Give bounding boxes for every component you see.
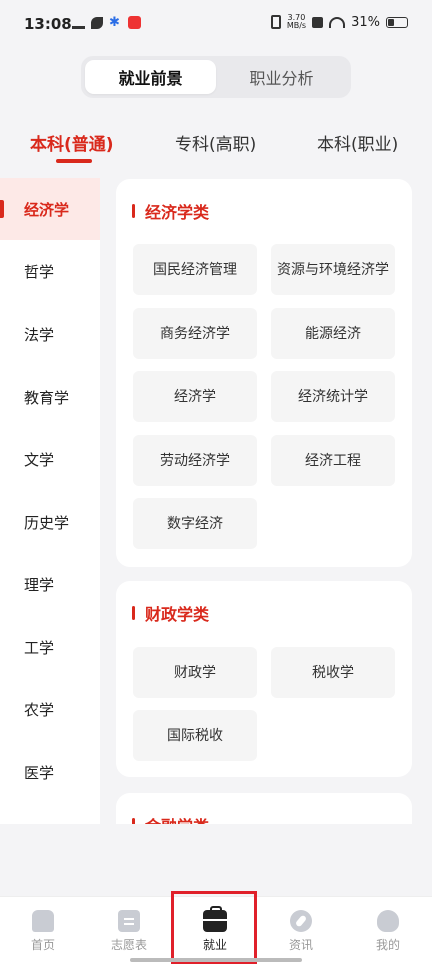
major-chip[interactable]: 经济学	[133, 371, 257, 422]
status-time: 13:08	[24, 15, 72, 33]
profile-icon	[377, 909, 399, 932]
nav-label: 首页	[30, 937, 55, 952]
document-icon	[118, 909, 140, 932]
net-speed-unit: MB/s	[286, 21, 307, 30]
battery-percent: 31%	[351, 14, 380, 30]
nav-news[interactable]: 资讯	[258, 897, 344, 964]
crown-icon	[72, 16, 85, 29]
major-chip[interactable]: 商务经济学	[133, 308, 257, 359]
nav-home[interactable]: 首页	[0, 897, 86, 964]
nav-label: 我的	[375, 937, 400, 952]
content-area: 经济学 哲学 法学 教育学 文学 历史学 理学 工学 农学 医学 经济学类 国民…	[0, 166, 432, 824]
sidebar-item-education[interactable]: 教育学	[0, 366, 100, 428]
category-title-text: 金融学类	[145, 813, 209, 824]
sidebar-item-economics[interactable]: 经济学	[0, 178, 100, 240]
status-left-icons: ✱	[72, 16, 141, 29]
net-speed: 3.70 MB/s	[287, 14, 306, 30]
sidebar-item-engineering[interactable]: 工学	[0, 616, 100, 678]
home-indicator	[130, 958, 302, 962]
active-tab-underline	[56, 159, 92, 163]
title-accent-bar	[132, 204, 135, 218]
segment-career-analysis[interactable]: 职业分析	[216, 60, 347, 94]
sidebar-item-science[interactable]: 理学	[0, 553, 100, 615]
sidebar-item-literature[interactable]: 文学	[0, 428, 100, 490]
sidebar-item-agriculture[interactable]: 农学	[0, 678, 100, 740]
compass-icon	[290, 909, 312, 932]
sidebar-item-history[interactable]: 历史学	[0, 491, 100, 553]
tab-undergraduate-vocational[interactable]: 本科(职业)	[317, 130, 398, 155]
vibrate-icon	[270, 15, 281, 29]
sidebar-item-law[interactable]: 法学	[0, 303, 100, 365]
highlight-box	[171, 891, 257, 964]
sidebar-item-philosophy[interactable]: 哲学	[0, 240, 100, 302]
status-right: 3.70 MB/s 31%	[270, 14, 408, 30]
major-chip[interactable]: 财政学	[133, 647, 257, 698]
major-chip[interactable]: 能源经济	[271, 308, 395, 359]
wifi-icon	[329, 16, 346, 28]
sidebar-item-medicine[interactable]: 医学	[0, 741, 100, 803]
battery-icon	[386, 16, 408, 28]
nav-mine[interactable]: 我的	[345, 897, 431, 964]
category-card-finance: 金融学类	[116, 793, 412, 824]
app-icon	[128, 16, 141, 29]
view-segment-control: 就业前景 职业分析	[81, 56, 351, 98]
title-accent-bar	[132, 606, 135, 620]
segment-employment-prospects[interactable]: 就业前景	[85, 60, 216, 94]
category-card-economics: 经济学类 国民经济管理 资源与环境经济学 商务经济学 能源经济 经济学 经济统计…	[116, 179, 412, 567]
category-title-text: 财政学类	[145, 605, 210, 624]
category-title-text: 经济学类	[145, 203, 210, 222]
major-chip[interactable]: 税收学	[271, 647, 395, 698]
category-card-public-finance: 财政学类 财政学 税收学 国际税收	[116, 581, 412, 777]
status-bar: 13:08 ✱ 3.70 MB/s 31%	[0, 0, 432, 50]
category-title: 经济学类	[132, 199, 209, 223]
tab-vocational-college[interactable]: 专科(高职)	[175, 130, 256, 155]
major-chip[interactable]: 资源与环境经济学	[271, 244, 395, 295]
nav-label: 志愿表	[110, 937, 147, 952]
leaf-icon	[91, 16, 103, 29]
nav-label: 资讯	[288, 937, 313, 952]
nav-application-form[interactable]: 志愿表	[86, 897, 172, 964]
major-chip[interactable]: 国民经济管理	[133, 244, 257, 295]
x-icon	[312, 16, 324, 28]
major-chip[interactable]: 经济统计学	[271, 371, 395, 422]
major-chip[interactable]: 数字经济	[133, 498, 257, 549]
home-icon	[32, 909, 54, 932]
major-chip[interactable]: 劳动经济学	[133, 435, 257, 486]
major-chip[interactable]: 国际税收	[133, 710, 257, 761]
major-chip[interactable]: 经济工程	[271, 435, 395, 486]
degree-tabs: 本科(普通) 专科(高职) 本科(职业)	[0, 118, 432, 164]
category-title: 财政学类	[132, 601, 209, 625]
title-accent-bar	[132, 818, 135, 824]
tab-undergraduate-general[interactable]: 本科(普通)	[30, 130, 114, 155]
discipline-sidebar: 经济学 哲学 法学 教育学 文学 历史学 理学 工学 农学 医学	[0, 166, 100, 824]
category-title: 金融学类	[132, 813, 209, 824]
paw-icon: ✱	[109, 15, 120, 30]
